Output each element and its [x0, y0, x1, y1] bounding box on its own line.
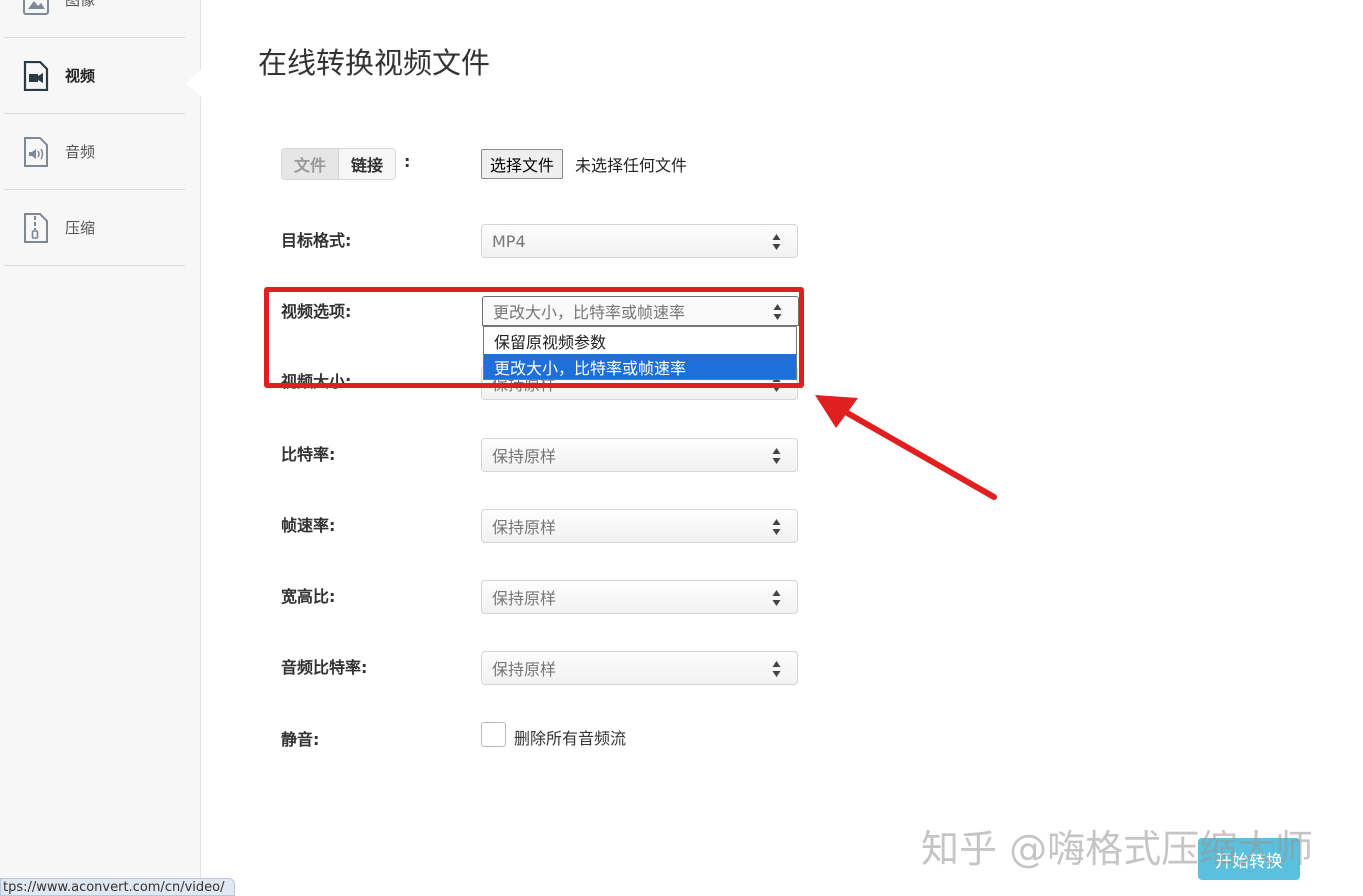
target-format-select[interactable]: MP4	[481, 224, 798, 258]
file-status-text: 未选择任何文件	[575, 156, 688, 175]
select-arrows-icon	[772, 234, 781, 250]
target-format-label: 目标格式:	[281, 231, 352, 250]
sidebar-item-label: 压缩	[65, 219, 96, 237]
dropdown-option-change-params[interactable]: 更改大小，比特率或帧速率	[484, 354, 796, 379]
sidebar-item-label: 图像	[65, 0, 96, 9]
status-bar-url: tps://www.aconvert.com/cn/video/	[0, 878, 236, 896]
audio-file-icon	[22, 136, 50, 168]
source-colon: :	[404, 152, 411, 171]
dropdown-option-keep-original[interactable]: 保留原视频参数	[484, 328, 796, 353]
sidebar-item-compress[interactable]: 压缩	[4, 190, 185, 266]
sidebar-item-audio[interactable]: 音频	[4, 114, 185, 190]
video-file-icon	[22, 60, 50, 92]
sidebar-item-label: 视频	[65, 67, 96, 85]
video-options-select[interactable]: 更改大小，比特率或帧速率	[482, 296, 799, 326]
choose-file-button[interactable]: 选择文件	[481, 149, 564, 179]
mute-checkbox[interactable]	[481, 722, 506, 747]
video-size-label: 视频大小:	[281, 372, 352, 391]
bitrate-select[interactable]: 保持原样	[481, 438, 798, 472]
source-toggle: 文件 链接	[281, 148, 397, 180]
frame-rate-label: 帧速率:	[281, 516, 336, 535]
sidebar-item-image[interactable]: 图像	[4, 0, 185, 38]
sidebar-item-label: 音频	[65, 143, 96, 161]
select-arrows-icon	[772, 661, 781, 677]
select-value: 保持原样	[492, 447, 557, 466]
tab-file[interactable]: 文件	[282, 149, 340, 179]
audio-bitrate-select[interactable]: 保持原样	[481, 651, 798, 685]
bitrate-label: 比特率:	[281, 445, 336, 464]
sidebar-item-video[interactable]: 视频	[4, 38, 185, 114]
select-arrows-icon	[772, 590, 781, 606]
select-arrows-icon	[772, 448, 781, 464]
frame-rate-select[interactable]: 保持原样	[481, 509, 798, 543]
sidebar: 图像 视频 音频 压缩	[0, 0, 201, 896]
select-arrows-icon	[772, 519, 781, 535]
tab-link[interactable]: 链接	[339, 149, 396, 179]
aspect-ratio-label: 宽高比:	[281, 587, 336, 606]
select-value: 保持原样	[492, 660, 557, 679]
mute-label: 静音:	[281, 730, 320, 749]
zip-file-icon	[22, 212, 50, 244]
video-options-dropdown: 保留原视频参数 更改大小，比特率或帧速率	[483, 326, 797, 380]
select-value: MP4	[492, 231, 526, 251]
aspect-ratio-select[interactable]: 保持原样	[481, 580, 798, 614]
select-value: 保持原样	[492, 589, 557, 608]
select-value: 保持原样	[492, 518, 557, 537]
watermark-text: 知乎 @嗨格式压缩大师	[921, 827, 1314, 871]
audio-bitrate-label: 音频比特率:	[281, 658, 368, 677]
select-value: 更改大小，比特率或帧速率	[493, 303, 686, 322]
active-nav-pointer	[186, 69, 201, 97]
page-title: 在线转换视频文件	[258, 46, 491, 80]
select-arrows-icon	[773, 304, 782, 320]
video-options-label: 视频选项:	[281, 302, 352, 321]
mute-checkbox-label: 删除所有音频流	[514, 729, 627, 748]
image-icon	[22, 0, 50, 16]
